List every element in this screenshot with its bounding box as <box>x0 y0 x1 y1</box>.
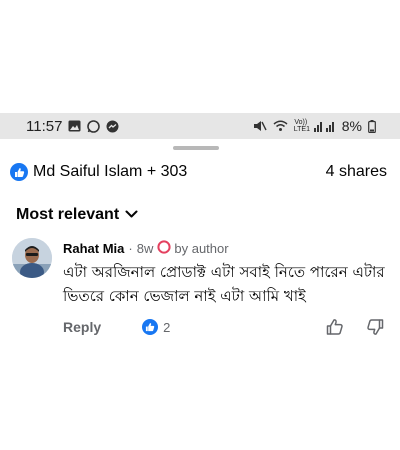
comment-like-summary[interactable]: 2 <box>142 319 170 335</box>
like-reaction-icon <box>142 319 159 335</box>
like-reaction-icon <box>10 163 28 181</box>
comment-text: এটা অরজিনাল প্রোডাক্ট এটা সবাই নিতে পারে… <box>63 263 385 305</box>
author-badge-icon <box>157 240 171 257</box>
reactions-summary[interactable]: Md Saiful Islam + 303 4 shares <box>10 160 390 184</box>
volte-label: Vo)) LTE1 <box>293 119 310 133</box>
thumbs-down-icon[interactable] <box>365 317 385 337</box>
separator-dot: · <box>128 241 133 256</box>
status-bar: 11:57 Vo)) LTE1 8% <box>0 113 400 139</box>
comment-author[interactable]: Rahat Mia <box>63 241 124 256</box>
reactors-summary: Md Saiful Islam + 303 <box>33 163 188 180</box>
signal-icon <box>313 121 336 132</box>
comment-actions: Reply 2 <box>63 316 385 338</box>
comment-time: 8w <box>136 241 154 256</box>
mute-icon <box>253 120 267 132</box>
sort-label: Most relevant <box>16 206 120 223</box>
sort-dropdown[interactable]: Most relevant <box>16 204 138 226</box>
avatar[interactable] <box>12 238 52 278</box>
status-time: 11:57 <box>26 117 63 135</box>
battery-icon <box>368 119 376 133</box>
shares-count[interactable]: 4 shares <box>326 163 387 181</box>
author-badge: by author <box>157 240 229 257</box>
reply-button[interactable]: Reply <box>63 319 101 335</box>
battery-percent: 8% <box>341 118 362 134</box>
sheet-drag-handle[interactable] <box>173 146 219 150</box>
author-badge-label: by author <box>174 241 229 256</box>
chevron-down-icon <box>125 206 138 224</box>
wifi-icon <box>273 120 288 132</box>
gallery-icon <box>68 120 81 132</box>
messenger-icon <box>106 120 119 133</box>
whatsapp-icon <box>87 119 101 133</box>
thumbs-up-icon[interactable] <box>325 317 345 337</box>
comment-like-count: 2 <box>163 319 171 335</box>
